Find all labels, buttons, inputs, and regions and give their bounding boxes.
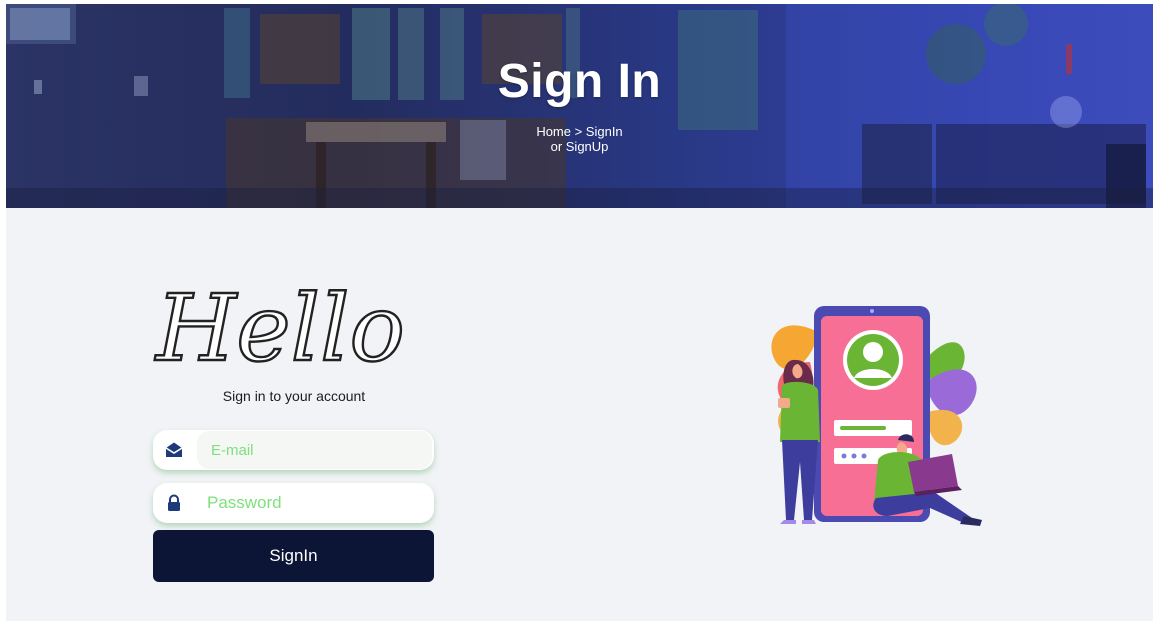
- hero-banner: Sign In Home > SignIn or SignUp: [6, 4, 1153, 208]
- breadcrumb: Home > SignIn or SignUp: [6, 124, 1153, 154]
- page-frame: Sign In Home > SignIn or SignUp Hello Si…: [6, 4, 1153, 621]
- envelope-open-icon: [165, 442, 183, 457]
- signin-section: Hello Sign in to your account SignIn: [6, 208, 1153, 621]
- email-field-wrapper: [153, 430, 434, 470]
- svg-text:Hello: Hello: [154, 275, 405, 372]
- password-input[interactable]: [197, 484, 432, 522]
- password-field-wrapper: [153, 483, 434, 523]
- hello-greeting-logo: Hello: [153, 274, 406, 372]
- email-input[interactable]: [197, 431, 432, 469]
- person-standing-figure: [778, 359, 820, 524]
- page-title: Sign In: [497, 55, 662, 108]
- breadcrumb-line-1[interactable]: Home > SignIn: [6, 124, 1153, 139]
- signin-subtitle: Sign in to your account: [222, 388, 366, 404]
- lock-icon: [168, 494, 180, 511]
- signin-illustration: [771, 306, 982, 526]
- signin-button[interactable]: SignIn: [153, 530, 434, 582]
- breadcrumb-line-2[interactable]: or SignUp: [6, 139, 1153, 154]
